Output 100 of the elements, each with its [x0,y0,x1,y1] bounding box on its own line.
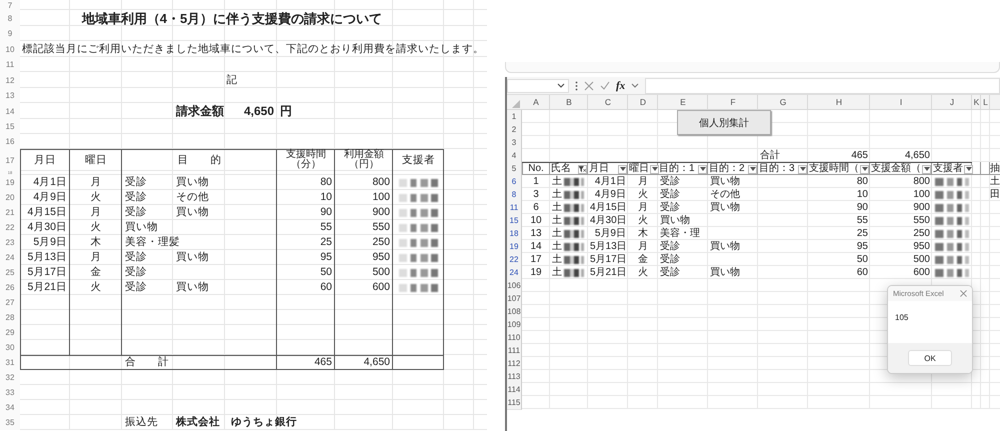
total-label: 合 計 [124,355,170,370]
row-number[interactable]: 107 [507,292,522,306]
table-cell-text: 受診 [124,265,148,280]
table-cell-text: 受診 [659,188,681,202]
column-letter[interactable]: J [932,95,972,110]
column-letter[interactable]: E [658,95,708,110]
column-letter[interactable]: L [981,95,990,110]
row-number[interactable]: 112 [507,357,522,371]
formula-input[interactable] [645,78,1000,94]
row-number: 22 [0,220,20,235]
row-number[interactable]: 1 [507,110,522,124]
row-number[interactable]: 22 [507,253,522,267]
blurred-text [935,178,969,186]
row-number: 25 [0,265,20,280]
filter-dropdown-button[interactable] [618,164,627,174]
row-number[interactable]: 109 [507,318,522,332]
row-number[interactable]: 106 [507,279,522,293]
check-icon[interactable] [600,80,610,90]
table-cell-text: 80 [856,175,869,189]
table-cell-text: 受診 [124,190,148,205]
table-cell-text: 木 [90,235,102,250]
table-cell: 田 [990,188,1000,202]
blurred-text [564,256,584,264]
column-header: 目 的 [176,152,222,168]
row-number[interactable]: 114 [507,383,522,397]
table-cell-text: 250 [371,235,391,250]
row-number[interactable]: 18 [507,227,522,241]
ok-button[interactable]: OK [908,350,952,366]
row-number[interactable]: 115 [507,396,522,410]
table-cell-text: 5月13日 [26,250,68,265]
blurred-text [399,224,438,232]
table-cell-text: 買い物 [709,175,741,189]
row-number[interactable]: 5 [507,162,522,176]
table-cell-text: 55 [856,214,869,228]
row-number[interactable]: 111 [507,344,522,358]
filter-dropdown-button[interactable] [860,164,869,174]
table-cell-text: その他 [709,188,741,202]
row-number[interactable]: 19 [507,240,522,254]
row-number[interactable]: 8 [507,188,522,202]
row-number[interactable]: 15 [507,214,522,228]
header-label: 目的：1 [659,163,695,175]
filter-dropdown-button[interactable] [798,164,807,174]
filter-dropdown-button[interactable] [650,164,659,174]
table-cell-text: 受診 [659,201,681,215]
column-header: 利用金額（円） [343,150,385,170]
row-number[interactable]: 113 [507,370,522,384]
row-number[interactable]: 110 [507,331,522,345]
column-letter[interactable]: H [808,95,870,110]
column-header: 支援時間（分） [285,150,327,170]
table-cell-text: 465 [313,355,333,370]
blurred-text [935,256,969,264]
table-cell-text: 買い物 [175,205,210,220]
table-cell-text: 買い物 [124,220,159,235]
close-icon[interactable] [960,290,967,297]
header-label: No. [528,163,544,175]
row-number[interactable]: 11 [507,201,522,215]
row-number[interactable]: 24 [507,266,522,280]
row-number: 23 [0,235,20,250]
filter-active-button[interactable] [578,164,587,174]
table-cell-text: 受診 [124,205,148,220]
more-icon[interactable] [575,80,578,90]
column-letter[interactable]: I [870,95,932,110]
table-cell-text: 500 [371,265,391,280]
table-cell-text: 90 [319,205,333,220]
row-number: 30 [0,340,20,355]
insert-function-button[interactable]: fx [616,80,626,92]
macro-button[interactable]: 個人別集計 [677,110,771,135]
table-cell-text: その他 [175,190,210,205]
table-cell-text: 550 [912,214,931,228]
table-cell-text: 950 [912,240,931,254]
row-number[interactable]: 3 [507,136,522,150]
column-letter[interactable]: A [522,95,550,110]
table-cell-text: 土 [551,240,563,254]
column-letter[interactable]: B [550,95,588,110]
amount-label: 請求金額 [174,104,225,118]
column-letter[interactable]: F [708,95,758,110]
cancel-icon[interactable] [584,80,594,90]
row-number[interactable]: 6 [507,175,522,189]
table-cell-text: 受診 [659,175,681,188]
sum-label: 合計 [759,149,781,163]
filter-dropdown-button[interactable] [698,164,707,174]
amount-value: 4,650 [242,104,275,118]
table-cell-text: 100 [912,188,931,202]
blurred-text [399,194,438,202]
table-cell-text: 土 [551,175,563,188]
table-cell-text: 買い物 [709,240,741,254]
column-letter[interactable]: K [972,95,981,110]
row-number[interactable]: 108 [507,305,522,319]
row-number[interactable]: 2 [507,123,522,137]
column-letter[interactable]: C [588,95,628,110]
chevron-down-icon[interactable] [631,83,640,88]
table-cell-text: 10 [319,190,333,205]
filter-dropdown-button[interactable] [922,164,931,174]
column-letter[interactable]: D [628,95,658,110]
header-label: 支援時間（ [809,163,859,175]
filter-dropdown-button[interactable] [964,164,973,174]
table-cell-text: 1 [532,175,540,189]
column-letter[interactable]: G [758,95,808,110]
filter-dropdown-button[interactable] [748,164,757,174]
row-number[interactable]: 4 [507,149,522,163]
